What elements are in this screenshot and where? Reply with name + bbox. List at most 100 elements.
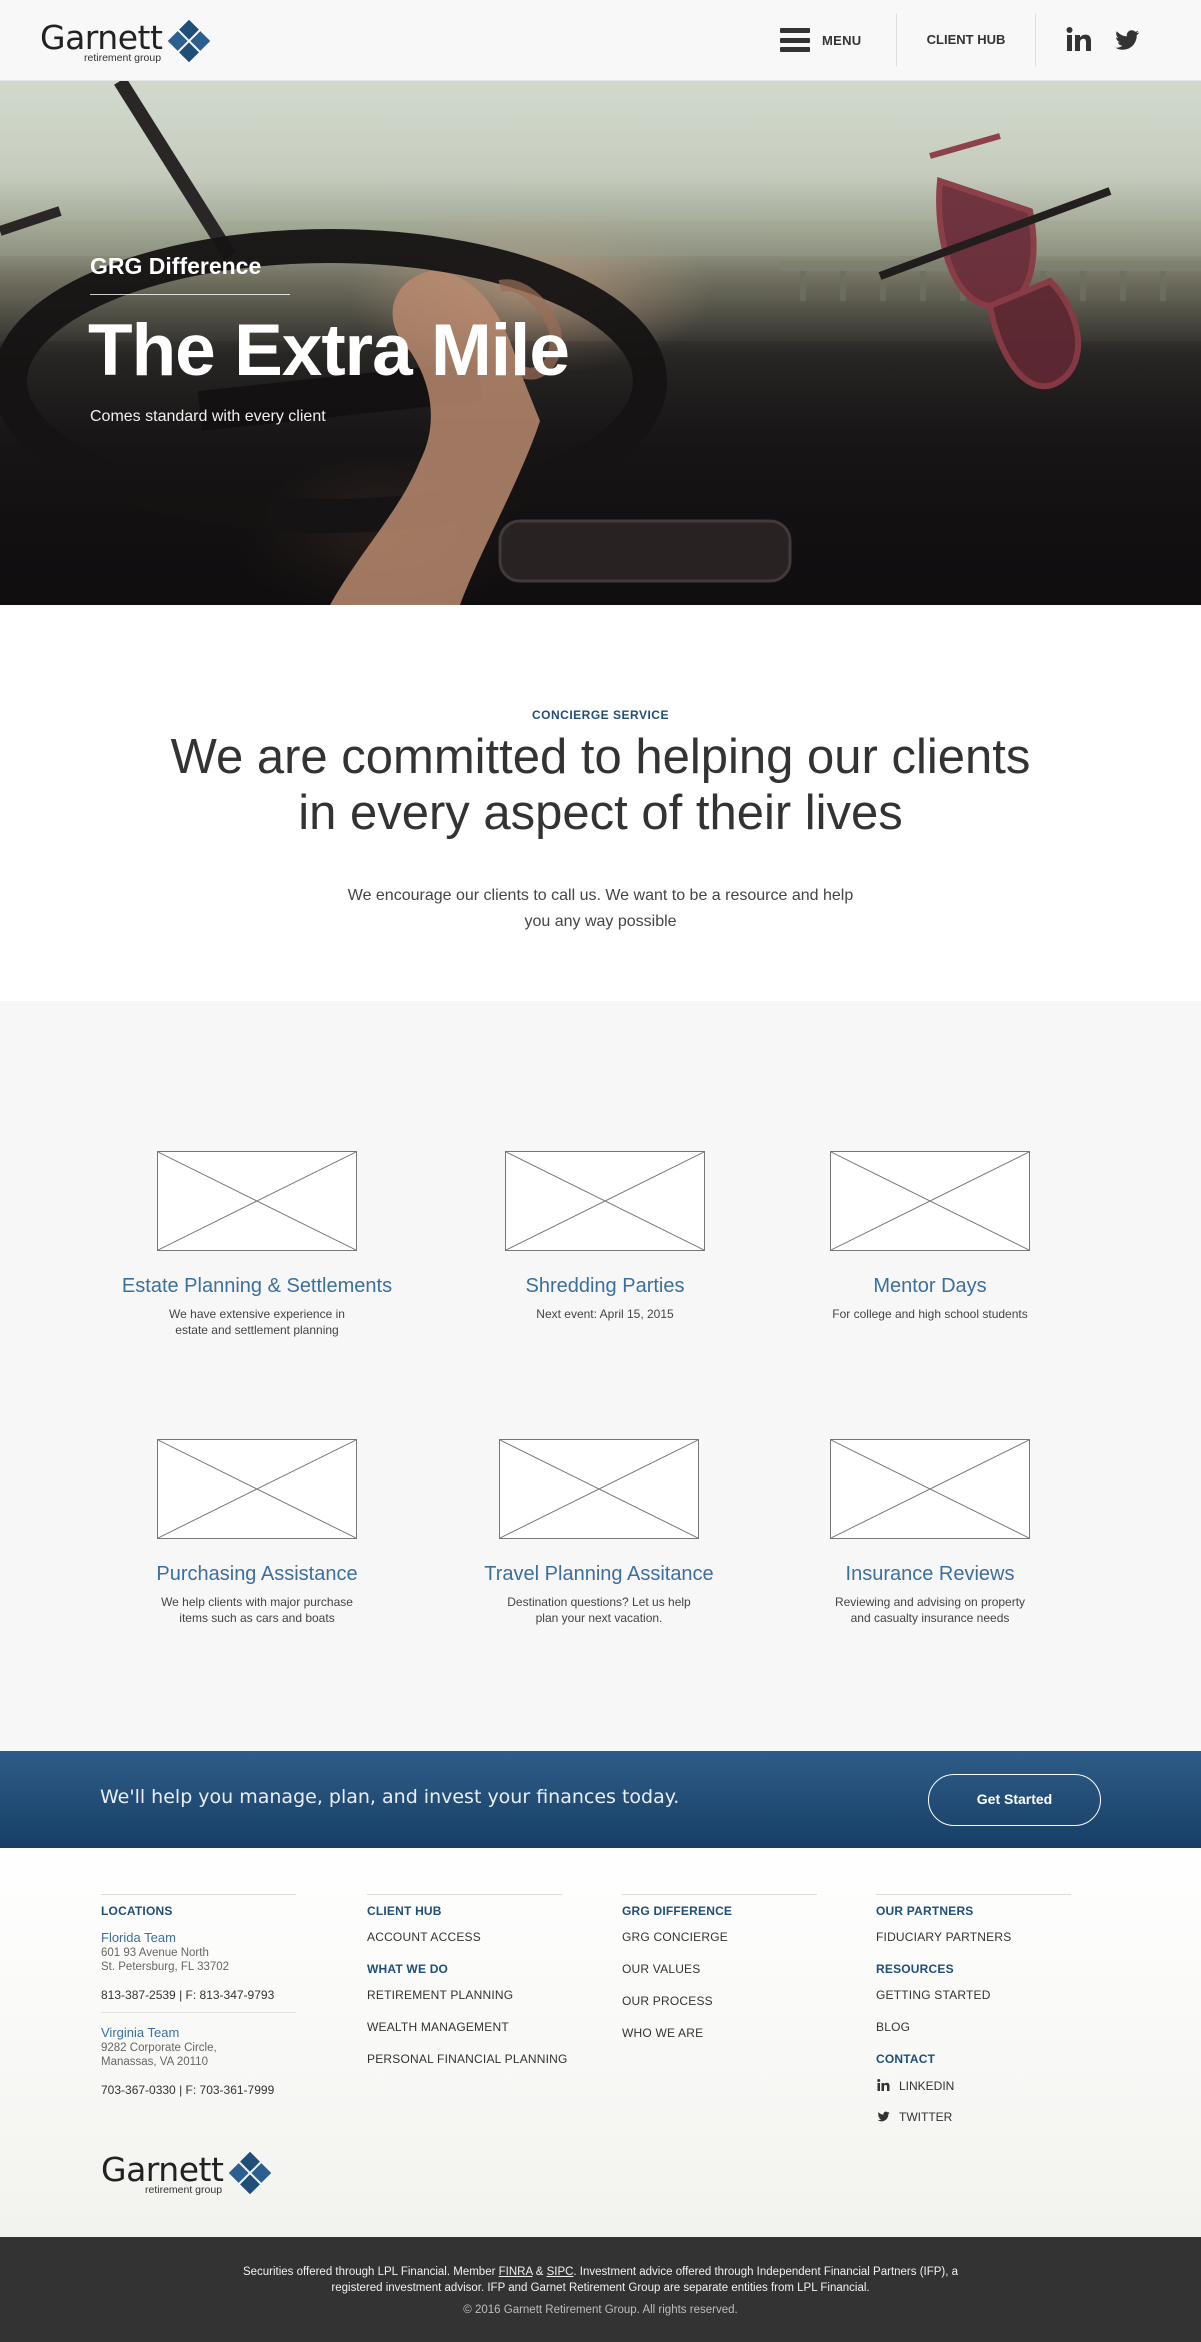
service-description: Next event: April 15, 2015	[536, 1307, 674, 1321]
concierge-section: CONCIERGE SERVICE We are committed to he…	[0, 605, 1201, 1001]
footer-divider	[622, 1894, 817, 1895]
service-card[interactable]: Shredding Parties Next event: April 15, …	[455, 1151, 755, 1322]
logo[interactable]: Garnett retirement group	[40, 14, 215, 68]
service-card[interactable]: Travel Planning Assitance Destination qu…	[449, 1439, 749, 1626]
footer-heading-resources: RESOURCES	[876, 1962, 954, 1976]
logo-tagline: retirement group	[84, 52, 162, 64]
linkedin-icon[interactable]	[1064, 25, 1094, 55]
twitter-icon	[877, 2111, 890, 2122]
footer-divider	[367, 1894, 562, 1895]
service-title[interactable]: Estate Planning & Settlements	[107, 1275, 407, 1298]
service-description: We help clients with major purchase items…	[161, 1595, 353, 1625]
footer-link-blog[interactable]: BLOG	[876, 2020, 1076, 2034]
virginia-address: 9282 Corporate Circle, Manassas, VA 20110	[101, 2042, 217, 2068]
service-title[interactable]: Insurance Reviews	[780, 1563, 1080, 1586]
twitter-icon[interactable]	[1112, 25, 1142, 55]
logo-diamond-icon	[228, 2151, 272, 2195]
service-card[interactable]: Insurance Reviews Reviewing and advising…	[780, 1439, 1080, 1626]
cta-banner: We'll help you manage, plan, and invest …	[0, 1751, 1201, 1848]
service-card[interactable]: Estate Planning & Settlements We have ex…	[107, 1151, 407, 1338]
site-header: Garnett retirement group MENU CLIENT HUB	[0, 0, 1201, 81]
footer-logo[interactable]: Garnett retirement group	[101, 2146, 276, 2200]
footer-heading-our-partners: OUR PARTNERS	[876, 1904, 974, 1918]
service-description: For college and high school students	[832, 1307, 1028, 1321]
service-card[interactable]: Purchasing Assistance We help clients wi…	[107, 1439, 407, 1626]
legal-bar: Securities offered through LPL Financial…	[0, 2237, 1201, 2342]
menu-label: MENU	[822, 32, 862, 48]
service-description: We have extensive experience in estate an…	[169, 1307, 345, 1337]
footer-heading-what-we-do: WHAT WE DO	[367, 1962, 449, 1976]
get-started-button[interactable]: Get Started	[928, 1774, 1101, 1826]
image-placeholder	[505, 1151, 705, 1251]
footer-link-fiduciary-partners[interactable]: FIDUCIARY PARTNERS	[876, 1930, 1076, 1944]
services-grid: Estate Planning & Settlements We have ex…	[0, 1001, 1201, 1751]
service-title[interactable]: Mentor Days	[780, 1275, 1080, 1298]
logo-diamond-icon	[167, 19, 211, 63]
florida-address: 601 93 Avenue North St. Petersburg, FL 33…	[101, 1947, 230, 1973]
footer-link-personal-financial-planning[interactable]: PERSONAL FINANCIAL PLANNING	[367, 2052, 587, 2066]
concierge-body-line: We encourage our clients to call us. We …	[347, 887, 854, 904]
footer-locations: LOCATIONS Florida Team 601 93 Avenue Nor…	[101, 1894, 301, 2097]
footer-col-client-hub: CLIENT HUB ACCOUNT ACCESS WHAT WE DO RET…	[367, 1894, 587, 2084]
concierge-title-line: in every aspect of their lives	[298, 786, 903, 840]
footer-link-who-we-are[interactable]: WHO WE ARE	[622, 2026, 822, 2040]
service-card[interactable]: Mentor Days For college and high school …	[780, 1151, 1080, 1322]
page: Garnett retirement group MENU CLIENT HUB	[0, 0, 1201, 2342]
service-title[interactable]: Travel Planning Assitance	[449, 1563, 749, 1586]
header-divider	[1035, 14, 1036, 66]
image-placeholder	[830, 1151, 1030, 1251]
footer-heading-client-hub: CLIENT HUB	[367, 1904, 442, 1918]
virginia-phone[interactable]: 703-367-0330 | F: 703-361-7999	[101, 2083, 301, 2097]
hero-kicker: GRG Difference	[90, 253, 262, 279]
concierge-title-line: We are committed to helping our clients	[170, 730, 1031, 784]
sipc-link[interactable]: SIPC	[547, 2266, 574, 2278]
menu-icon	[780, 28, 810, 52]
service-title[interactable]: Purchasing Assistance	[107, 1563, 407, 1586]
hero-banner: GRG Difference The Extra Mile Comes stan…	[0, 81, 1201, 605]
hero-divider	[90, 294, 290, 295]
virginia-team-link[interactable]: Virginia Team	[101, 2025, 301, 2040]
footer-twitter-label: TWITTER	[899, 2109, 953, 2124]
legal-disclosure: Securities offered through LPL Financial…	[242, 2266, 959, 2294]
service-title[interactable]: Shredding Parties	[455, 1275, 755, 1298]
footer-twitter-link[interactable]: TWITTER	[876, 2109, 1076, 2124]
footer-col-partners: OUR PARTNERS FIDUCIARY PARTNERS RESOURCE…	[876, 1894, 1076, 2140]
concierge-kicker: CONCIERGE SERVICE	[532, 708, 669, 722]
footer-link-our-process[interactable]: OUR PROCESS	[622, 1994, 822, 2008]
footer-logo-tagline: retirement group	[145, 2184, 223, 2196]
footer-heading-grg-difference: GRG DIFFERENCE	[622, 1904, 733, 1918]
footer-linkedin-link[interactable]: LINKEDIN	[876, 2078, 1076, 2093]
footer-heading-locations: LOCATIONS	[101, 1904, 173, 1918]
footer-linkedin-label: LINKEDIN	[899, 2078, 955, 2093]
concierge-body: We encourage our clients to call us. We …	[320, 883, 881, 935]
cta-text: We'll help you manage, plan, and invest …	[100, 1786, 680, 1808]
concierge-body-line: you any way possible	[524, 913, 677, 930]
footer-heading-contact: CONTACT	[876, 2052, 936, 2066]
linkedin-icon	[877, 2079, 890, 2091]
copyright: © 2016 Garnett Retirement Group. All rig…	[463, 2304, 738, 2316]
service-description: Reviewing and advising on property and ca…	[834, 1595, 1026, 1625]
footer-divider	[101, 2012, 296, 2013]
hero-title: The Extra Mile	[88, 310, 570, 391]
footer-col-grg-difference: GRG DIFFERENCE GRG CONCIERGE OUR VALUES …	[622, 1894, 822, 2058]
client-hub-link[interactable]: CLIENT HUB	[896, 18, 1036, 62]
concierge-title: We are committed to helping our clients …	[100, 729, 1101, 841]
finra-link[interactable]: FINRA	[499, 2266, 533, 2278]
hero-subtitle: Comes standard with every client	[90, 408, 326, 425]
footer-link-our-values[interactable]: OUR VALUES	[622, 1962, 822, 1976]
footer-link-wealth-management[interactable]: WEALTH MANAGEMENT	[367, 2020, 587, 2034]
image-placeholder	[830, 1439, 1030, 1539]
image-placeholder	[499, 1439, 699, 1539]
footer-link-getting-started[interactable]: GETTING STARTED	[876, 1988, 1076, 2002]
image-placeholder	[157, 1151, 357, 1251]
florida-phone[interactable]: 813-387-2539 | F: 813-347-9793	[101, 1988, 301, 2002]
footer-divider	[876, 1894, 1071, 1895]
florida-team-link[interactable]: Florida Team	[101, 1930, 301, 1945]
service-description: Destination questions? Let us help plan y…	[507, 1595, 691, 1625]
footer-link-account-access[interactable]: ACCOUNT ACCESS	[367, 1930, 587, 1944]
footer-link-retirement-planning[interactable]: RETIREMENT PLANNING	[367, 1988, 587, 2002]
footer-link-grg-concierge[interactable]: GRG CONCIERGE	[622, 1930, 822, 1944]
footer-divider	[101, 1894, 296, 1895]
menu-button[interactable]: MENU	[780, 26, 861, 54]
image-placeholder	[157, 1439, 357, 1539]
